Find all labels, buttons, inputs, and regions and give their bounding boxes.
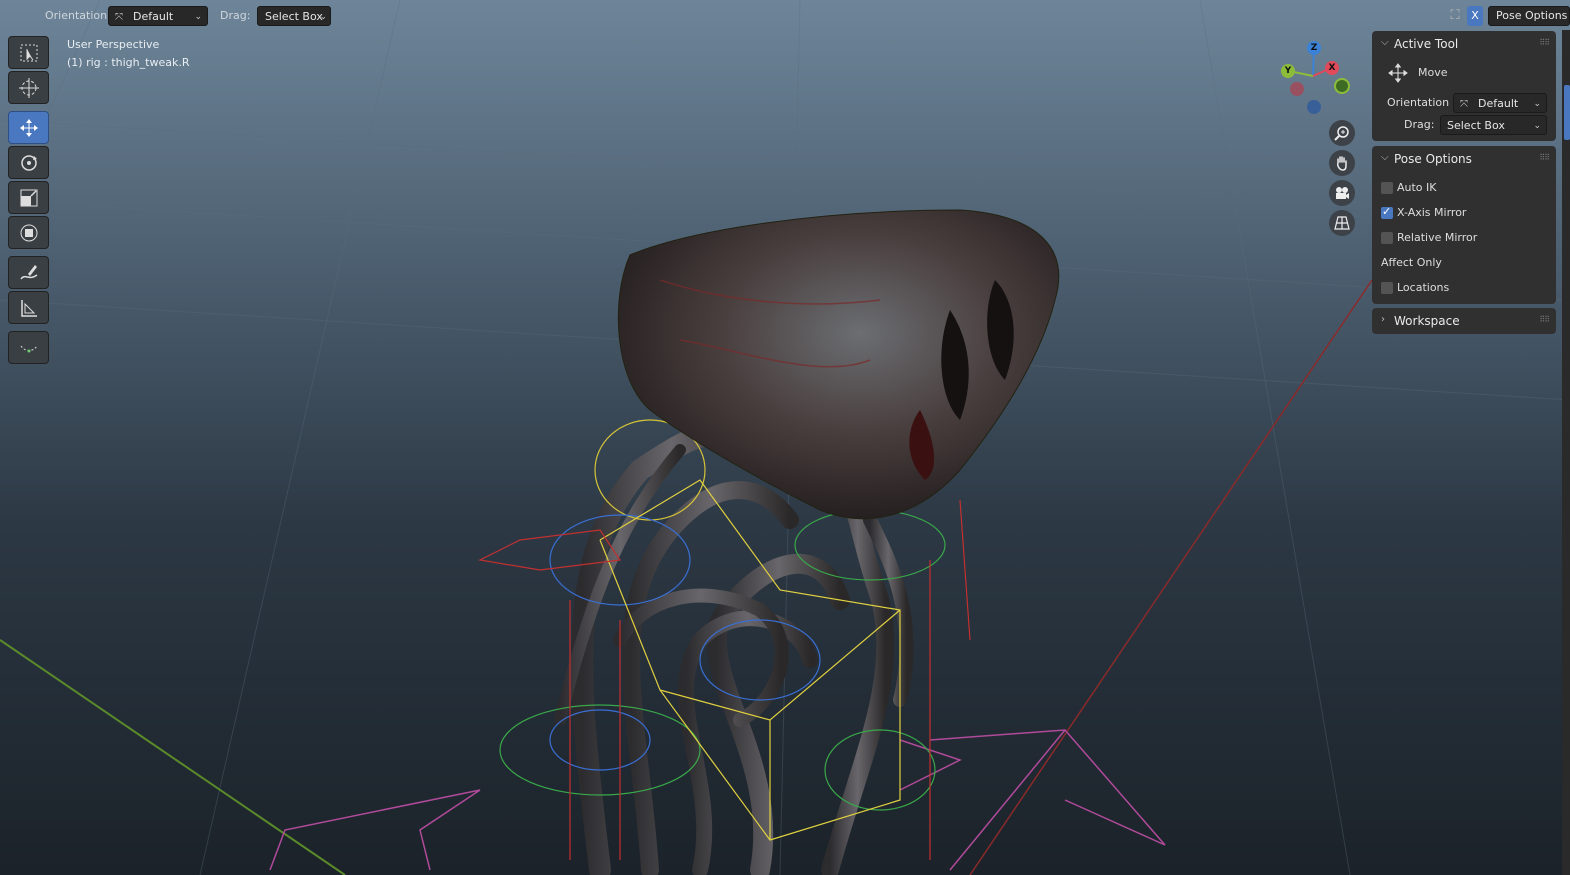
panel-drag-dropdown[interactable]: Select Box ⌄ (1440, 115, 1547, 135)
orientation-icon: ⤧ (1460, 99, 1468, 110)
bone-tool[interactable] (8, 331, 49, 364)
pose-options-panel-header[interactable]: ⌵ Pose Options ⠿⠿ (1372, 146, 1556, 172)
panel-orientation-value: Default (1478, 97, 1519, 110)
neg-y-axis-ball[interactable] (1334, 78, 1350, 94)
pose-options-button[interactable]: Pose Options (1488, 6, 1570, 26)
measure-icon (20, 299, 37, 317)
view-name: User Perspective (67, 38, 160, 51)
orientation-label: Orientation: (45, 9, 111, 22)
zoom-button[interactable] (1329, 120, 1355, 146)
drag-grip-icon[interactable]: ⠿⠿ (1539, 38, 1550, 47)
cursor-tool[interactable] (8, 71, 49, 104)
chevron-down-icon: ⌄ (194, 12, 202, 22)
active-tool-panel-header[interactable]: ⌵ Active Tool ⠿⠿ (1372, 31, 1556, 57)
y-axis-ball[interactable]: Y (1281, 64, 1295, 78)
panel-orientation-dropdown[interactable]: ⤧ Default ⌄ (1453, 93, 1547, 113)
move-icon (1388, 63, 1408, 83)
chevron-down-icon: ⌄ (1533, 121, 1541, 131)
grid-perspective-icon (1334, 216, 1350, 230)
relative-mirror-label: Relative Mirror (1397, 231, 1478, 244)
select-box-icon (20, 44, 37, 61)
rotate-tool[interactable] (8, 146, 49, 179)
x-axis-ball[interactable]: X (1325, 61, 1339, 75)
orientation-icon: ⤧ (115, 12, 123, 23)
pan-button[interactable] (1329, 150, 1355, 176)
perspective-toggle-button[interactable] (1329, 210, 1355, 236)
x-axis-line (969, 279, 1373, 875)
chevron-down-icon: ⌵ (1381, 152, 1389, 163)
move-tool[interactable] (8, 111, 49, 144)
checkbox-box (1381, 182, 1393, 194)
chevron-down-icon: ⌵ (1381, 37, 1389, 48)
workspace-panel: › Workspace ⠿⠿ (1372, 308, 1556, 334)
affect-only-label: Affect Only (1381, 256, 1442, 269)
rotate-icon (20, 154, 37, 171)
orientation-label: Orientation (1387, 96, 1450, 109)
measure-tool[interactable] (8, 291, 49, 324)
pose-options-title: Pose Options (1394, 152, 1472, 166)
bone-path-icon (20, 345, 37, 352)
chevron-down-icon: ⌄ (319, 12, 327, 22)
locations-label: Locations (1397, 281, 1450, 294)
navigation-gizmo[interactable]: Z Y X (1275, 38, 1355, 118)
panel-drag-value: Select Box (1447, 119, 1505, 132)
neg-z-axis-ball[interactable] (1307, 100, 1321, 114)
rock-head (617, 209, 1060, 520)
move-icon (19, 118, 38, 137)
camera-view-button[interactable] (1329, 180, 1355, 206)
drag-grip-icon[interactable]: ⠿⠿ (1539, 315, 1550, 324)
checkbox-box (1381, 282, 1393, 294)
x-axis-mirror-label: X-Axis Mirror (1397, 206, 1467, 219)
orientation-value: Default (133, 10, 174, 23)
sidebar-region-edge (1562, 30, 1570, 875)
scale-tool[interactable] (8, 181, 49, 214)
viewport-header: Orientation: ⤧ Default ⌄ Drag: Select Box… (0, 0, 1570, 32)
orientation-dropdown[interactable]: ⤧ Default ⌄ (108, 6, 208, 26)
workspace-panel-header[interactable]: › Workspace ⠿⠿ (1372, 308, 1556, 334)
chevron-down-icon: ⌄ (1533, 99, 1541, 109)
drag-label: Drag: (1404, 118, 1435, 131)
cursor-icon (18, 77, 39, 98)
checkbox-checked-icon (1381, 205, 1393, 219)
z-axis-ball[interactable]: Z (1307, 41, 1321, 55)
annotate-icon (19, 264, 37, 279)
checkbox-box (1381, 232, 1393, 244)
mirror-options-icon[interactable]: ⛶ (1446, 6, 1464, 26)
zoom-icon (1334, 126, 1349, 141)
chevron-right-icon: › (1381, 314, 1385, 325)
auto-ik-label: Auto IK (1397, 181, 1437, 194)
drag-value: Select Box (265, 10, 323, 23)
camera-icon (1336, 187, 1349, 199)
active-tool-name: Move (1418, 66, 1448, 79)
active-object-info: (1) rig : thigh_tweak.R (67, 56, 190, 69)
annotate-tool[interactable] (8, 256, 49, 289)
floor-bones (269, 729, 1166, 871)
scale-icon (20, 189, 37, 206)
neg-x-axis-ball[interactable] (1290, 82, 1304, 96)
pan-hand-icon (1337, 156, 1347, 171)
drag-dropdown[interactable]: Select Box ⌄ (257, 6, 331, 26)
active-tool-title: Active Tool (1394, 37, 1459, 51)
x-mirror-toggle[interactable]: X (1467, 6, 1483, 26)
transform-icon (20, 224, 37, 241)
drag-grip-icon[interactable]: ⠿⠿ (1539, 153, 1550, 162)
sidebar-tab-tool[interactable] (1564, 85, 1570, 140)
workspace-title: Workspace (1394, 314, 1460, 328)
pose-options-panel: ⌵ Pose Options ⠿⠿ Auto IK X-Axis Mirror … (1372, 146, 1556, 304)
active-tool-panel: ⌵ Active Tool ⠿⠿ Move Orientation ⤧ Defau… (1372, 31, 1556, 141)
y-axis-line (0, 639, 346, 875)
3d-viewport[interactable]: Orientation: ⤧ Default ⌄ Drag: Select Box… (0, 0, 1570, 875)
drag-label: Drag: (220, 9, 251, 22)
transform-tool[interactable] (8, 216, 49, 249)
select-box-tool[interactable] (8, 36, 49, 69)
